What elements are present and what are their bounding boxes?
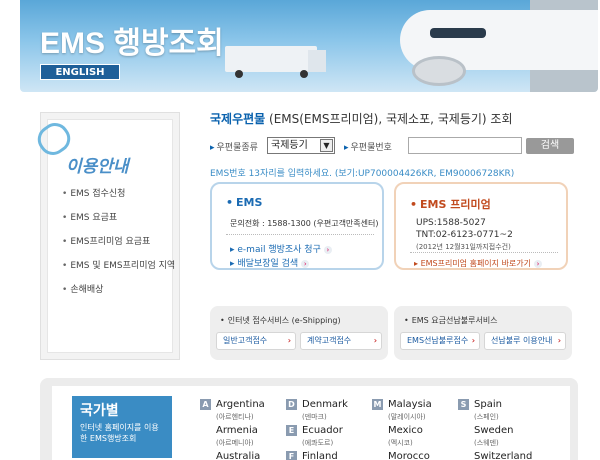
country-korean-name: (멕시코) (388, 439, 413, 447)
search-button[interactable]: 검색 (526, 138, 574, 154)
country-section-inner: 국가별 인터넷 홈페이지를 이용한 EMS행방조회 A Argentina (아… (52, 386, 570, 460)
contract-customer-button[interactable]: 계약고객접수 (300, 332, 382, 350)
main-heading: 국제우편물 (EMS(EMS프리미엄), 국제소포, 국제등기) 조회 (210, 110, 512, 127)
letter-badge: F (286, 451, 297, 460)
premium-box-title: EMS 프리미엄 (410, 196, 491, 212)
prepaid-service-panel: EMS 요금선납불루서비스 EMS선납불루접수 선납불루 이용안내 (394, 306, 572, 360)
sidebar-item-premium-rates[interactable]: EMS프리미엄 요금표 (62, 234, 175, 247)
country-section: 국가별 인터넷 홈페이지를 이용한 EMS행방조회 A Argentina (아… (40, 378, 578, 460)
country-korean-name: (아르메니아) (216, 439, 254, 447)
country-link[interactable]: Morocco (388, 450, 474, 460)
sidebar-item-ems-apply[interactable]: EMS 접수신청 (62, 186, 175, 199)
chevron-right-icon: › (301, 260, 310, 268)
chevron-right-icon: › (534, 260, 543, 268)
premium-note: (2012년 12월31일까지접수건) (416, 243, 511, 251)
chevron-down-icon[interactable]: ▼ (320, 139, 333, 152)
ems-info-box: EMS 문의전화 : 1588-1300 (우편고객만족센터) ▸ e-mail… (210, 182, 384, 270)
sidebar-inner: 이용안내 EMS 접수신청 EMS 요금표 EMS프리미엄 요금표 EMS 및 … (32, 117, 175, 353)
premium-homepage-link[interactable]: ▸ EMS프리미엄 홈페이지 바로가기 › (414, 258, 543, 269)
delivery-date-label[interactable]: 배달보장일 검색 (237, 259, 298, 269)
chevron-right-icon: › (323, 246, 332, 254)
truck-wheel-icon (235, 70, 243, 78)
airplane-engine-icon (412, 56, 466, 86)
letter-badge: S (458, 399, 469, 410)
country-column-s: S Spain (스페인) Sweden (스웨덴) Switzerland (458, 398, 560, 460)
tnt-phone: TNT:02-6123-0771~2 (416, 230, 513, 240)
page-title: EMS 행방조회 (40, 27, 224, 60)
prepaid-apply-button[interactable]: EMS선납불루접수 (400, 332, 480, 350)
country-korean-name: (스웨덴) (474, 439, 499, 447)
country-korean-name: (아르헨티나) (216, 413, 254, 421)
mail-type-select[interactable]: 국제등기 ▼ (267, 137, 335, 154)
country-korean-name: (덴마크) (302, 413, 327, 421)
input-hint: EMS번호 13자리를 입력하세요. (보기:UP700004426KR, EM… (210, 169, 515, 179)
letter-badge: M (372, 399, 383, 410)
sidebar: 이용안내 EMS 접수신청 EMS 요금표 EMS프리미엄 요금표 EMS 및 … (32, 112, 180, 360)
country-link[interactable]: Sweden (474, 424, 560, 437)
e-shipping-title: 인터넷 접수서비스 (e-Shipping) (220, 315, 341, 326)
mail-number-input[interactable] (408, 137, 522, 154)
sidebar-item-ems-rates[interactable]: EMS 요금표 (62, 210, 175, 223)
country-link[interactable]: Spain (474, 398, 560, 411)
sidebar-title: 이용안내 (66, 157, 129, 177)
letter-badge: E (286, 425, 297, 436)
prepaid-service-title: EMS 요금선납불루서비스 (404, 315, 498, 326)
country-link[interactable]: Mexico (388, 424, 474, 437)
header-banner: EMS 행방조회 ENGLISH (20, 0, 598, 92)
country-link[interactable]: Ecuador (302, 424, 388, 437)
airplane-cockpit-icon (430, 28, 486, 38)
english-button[interactable]: ENGLISH (40, 64, 120, 80)
divider (226, 234, 374, 235)
truck-wheel-icon (300, 70, 308, 78)
country-label-desc: 인터넷 홈페이지를 이용한 EMS행방조회 (80, 423, 159, 443)
sidebar-item-regions[interactable]: EMS 및 EMS프리미엄 지역 (62, 258, 175, 271)
premium-homepage-label[interactable]: EMS프리미엄 홈페이지 바로가기 (421, 259, 531, 268)
country-link[interactable]: Finland (302, 450, 388, 460)
delivery-date-link[interactable]: ▸ 배달보장일 검색 › (230, 256, 310, 269)
country-korean-name: (말레이시아) (388, 413, 426, 421)
mail-type-label: 우편물종류 (210, 140, 258, 153)
country-korean-name: (에콰도르) (302, 439, 334, 447)
main-heading-rest: (EMS(EMS프리미엄), 국제소포, 국제등기) 조회 (265, 112, 513, 126)
country-link[interactable]: Switzerland (474, 450, 560, 460)
ems-premium-box: EMS 프리미엄 UPS:1588-5027 TNT:02-6123-0771~… (394, 182, 568, 270)
ems-phone: 문의전화 : 1588-1300 (우편고객만족센터) (230, 219, 379, 228)
main-heading-highlight: 국제우편물 (210, 112, 266, 126)
email-inquiry-label[interactable]: e-mail 행방조사 청구 (237, 245, 320, 255)
ups-phone: UPS:1588-5027 (416, 218, 486, 228)
country-label-title: 국가별 (80, 403, 119, 419)
e-shipping-panel: 인터넷 접수서비스 (e-Shipping) 일반고객접수 계약고객접수 (210, 306, 388, 360)
truck-cab-illustration (308, 50, 326, 72)
country-section-label: 국가별 인터넷 홈페이지를 이용한 EMS행방조회 (72, 396, 172, 458)
sidebar-item-compensation[interactable]: 손해배상 (62, 282, 175, 295)
prepaid-guide-button[interactable]: 선납불루 이용안내 (484, 332, 566, 350)
truck-illustration (225, 46, 317, 72)
ems-box-title: EMS (226, 196, 262, 209)
email-inquiry-link[interactable]: ▸ e-mail 행방조사 청구 › (230, 242, 332, 255)
mail-type-value: 국제등기 (271, 140, 308, 151)
divider (410, 252, 558, 253)
sidebar-menu: EMS 접수신청 EMS 요금표 EMS프리미엄 요금표 EMS 및 EMS프리… (62, 186, 175, 306)
letter-badge: A (200, 399, 211, 410)
general-customer-button[interactable]: 일반고객접수 (216, 332, 296, 350)
search-form: 우편물종류 국제등기 ▼ 우편물번호 검색 (210, 137, 574, 157)
mail-number-label: 우편물번호 (344, 140, 392, 153)
letter-badge: D (286, 399, 297, 410)
country-korean-name: (스페인) (474, 413, 499, 421)
